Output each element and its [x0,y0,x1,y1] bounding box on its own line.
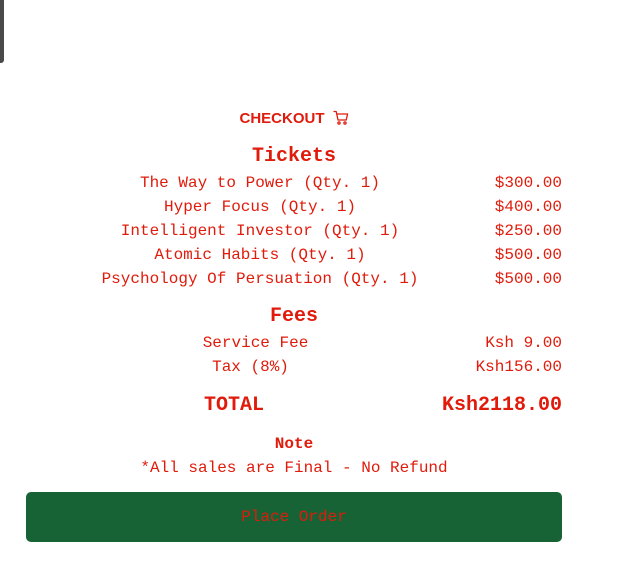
fee-name: Tax (8%) [212,358,289,376]
note-text: *All sales are Final - No Refund [140,459,448,477]
fee-name: Service Fee [202,334,309,352]
ticket-row: Atomic Habits (Qty. 1) $500.00 [0,243,623,267]
place-order-button[interactable]: Place Order [26,492,562,542]
ticket-name: The Way to Power (Qty. 1) [139,174,381,192]
total-amount: Ksh2118.00 [441,394,562,417]
corner-tab [0,0,4,63]
ticket-price: $250.00 [494,222,562,240]
ticket-name: Psychology Of Persuation (Qty. 1) [101,270,419,288]
ticket-row: Hyper Focus (Qty. 1) $400.00 [0,195,623,219]
ticket-row: Intelligent Investor (Qty. 1) $250.00 [0,219,623,243]
ticket-price: $400.00 [494,198,562,216]
fee-price: Ksh 9.00 [485,334,562,352]
checkout-header: CHECKOUT [0,109,588,129]
cart-icon [332,110,348,125]
ticket-price: $500.00 [494,246,562,264]
fee-price: Ksh156.00 [475,358,562,376]
fee-row: Service Fee Ksh 9.00 [0,331,623,355]
ticket-row: Psychology Of Persuation (Qty. 1) $500.0… [0,267,623,291]
total-row: TOTAL Ksh2118.00 [0,393,623,419]
fees-title: Fees [269,305,318,328]
total-label: TOTAL [204,394,265,417]
ticket-price: $500.00 [494,270,562,288]
checkout-title: CHECKOUT [239,110,325,127]
ticket-name: Hyper Focus (Qty. 1) [163,198,357,216]
fee-row: Tax (8%) Ksh156.00 [0,355,623,379]
ticket-name: Atomic Habits (Qty. 1) [154,246,366,264]
note-title: Note [274,435,314,453]
ticket-name: Intelligent Investor (Qty. 1) [120,222,400,240]
tickets-title: Tickets [251,145,336,168]
ticket-price: $300.00 [494,174,562,192]
ticket-row: The Way to Power (Qty. 1) $300.00 [0,171,623,195]
